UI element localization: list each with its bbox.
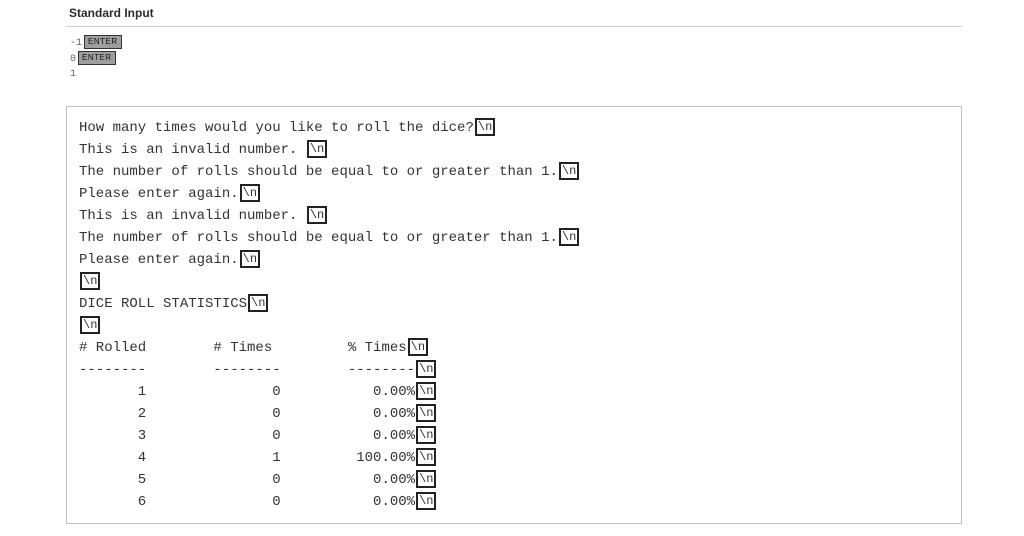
output-text: The number of rolls should be equal to o… xyxy=(79,230,558,246)
output-line: \n xyxy=(79,315,949,337)
output-line: DICE ROLL STATISTICS\n xyxy=(79,293,949,315)
output-line: The number of rolls should be equal to o… xyxy=(79,161,949,183)
output-text: 4 1 100.00% xyxy=(79,450,415,466)
section-title: Standard Input xyxy=(69,6,962,20)
newline-token: \n xyxy=(475,118,495,136)
newline-token: \n xyxy=(416,404,436,422)
output-text: This is an invalid number. xyxy=(79,142,306,158)
newline-token: \n xyxy=(240,184,260,202)
output-text: 5 0 0.00% xyxy=(79,472,415,488)
standard-input-block: -1ENTER 0ENTER 1 xyxy=(70,35,962,82)
output-line: Please enter again.\n xyxy=(79,249,949,271)
output-line: \n xyxy=(79,271,949,293)
input-text: 1 xyxy=(70,69,76,80)
output-line: -------- -------- --------\n xyxy=(79,359,949,381)
newline-token: \n xyxy=(416,470,436,488)
output-text: Please enter again. xyxy=(79,252,239,268)
output-line: The number of rolls should be equal to o… xyxy=(79,227,949,249)
newline-token: \n xyxy=(307,140,327,158)
output-text: -------- -------- -------- xyxy=(79,362,415,378)
newline-token: \n xyxy=(416,448,436,466)
output-line: 6 0 0.00%\n xyxy=(79,491,949,513)
output-text: 1 0 0.00% xyxy=(79,384,415,400)
output-text: 6 0 0.00% xyxy=(79,494,415,510)
output-line: 1 0 0.00%\n xyxy=(79,381,949,403)
newline-token: \n xyxy=(416,360,436,378)
output-text: The number of rolls should be equal to o… xyxy=(79,164,558,180)
newline-token: \n xyxy=(559,162,579,180)
newline-token: \n xyxy=(240,250,260,268)
output-text: How many times would you like to roll th… xyxy=(79,120,474,136)
newline-token: \n xyxy=(408,338,428,356)
input-text: 0 xyxy=(70,54,76,65)
output-line: 5 0 0.00%\n xyxy=(79,469,949,491)
output-line: 2 0 0.00%\n xyxy=(79,403,949,425)
program-output-box: How many times would you like to roll th… xyxy=(66,106,962,524)
input-line: -1ENTER xyxy=(70,35,962,51)
output-line: How many times would you like to roll th… xyxy=(79,117,949,139)
enter-badge: ENTER xyxy=(78,51,116,65)
newline-token: \n xyxy=(307,206,327,224)
output-line: 3 0 0.00%\n xyxy=(79,425,949,447)
output-line: # Rolled # Times % Times\n xyxy=(79,337,949,359)
output-line: This is an invalid number. \n xyxy=(79,139,949,161)
enter-badge: ENTER xyxy=(84,35,122,49)
divider xyxy=(66,26,962,27)
newline-token: \n xyxy=(80,272,100,290)
output-text: # Rolled # Times % Times xyxy=(79,340,407,356)
newline-token: \n xyxy=(416,492,436,510)
output-text: This is an invalid number. xyxy=(79,208,306,224)
input-line: 0ENTER xyxy=(70,51,962,67)
newline-token: \n xyxy=(559,228,579,246)
output-line: Please enter again.\n xyxy=(79,183,949,205)
output-text: 3 0 0.00% xyxy=(79,428,415,444)
newline-token: \n xyxy=(248,294,268,312)
output-text: 2 0 0.00% xyxy=(79,406,415,422)
output-line: This is an invalid number. \n xyxy=(79,205,949,227)
input-line: 1 xyxy=(70,67,962,82)
program-output: How many times would you like to roll th… xyxy=(79,117,949,513)
input-text: -1 xyxy=(70,38,82,49)
output-line: 4 1 100.00%\n xyxy=(79,447,949,469)
output-text: Please enter again. xyxy=(79,186,239,202)
newline-token: \n xyxy=(416,426,436,444)
newline-token: \n xyxy=(80,316,100,334)
newline-token: \n xyxy=(416,382,436,400)
output-text: DICE ROLL STATISTICS xyxy=(79,296,247,312)
